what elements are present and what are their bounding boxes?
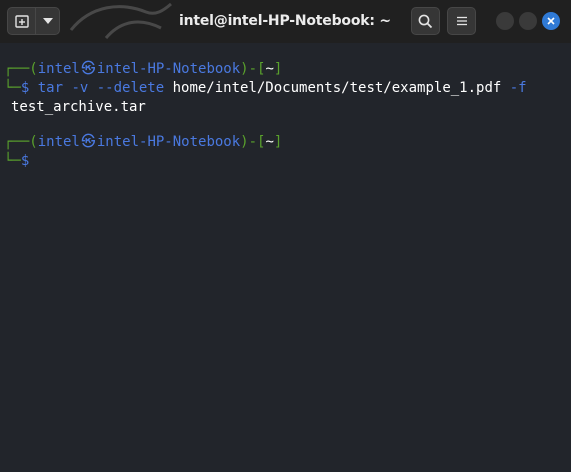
prompt-host: intel-HP-Notebook <box>96 134 241 150</box>
prompt-header-line: ┌──(intel ㉿ intel-HP-Notebook)-[~] <box>4 60 282 79</box>
command-path: home/intel/Documents/test/example_1.pdf <box>172 80 502 96</box>
prompt-header-line: ┌──(intel ㉿ intel-HP-Notebook)-[~] <box>4 133 282 152</box>
maximize-button[interactable] <box>519 12 537 30</box>
tab-dropdown-button[interactable] <box>35 7 60 35</box>
command-name: tar <box>37 80 64 96</box>
command-line: └─$ tar -v --delete home/intel/Documents… <box>4 79 527 98</box>
prompt-frame-mid: )-[ <box>240 61 266 77</box>
prompt-symbol: $ <box>20 80 38 96</box>
minimize-button[interactable] <box>496 12 514 30</box>
prompt-frame-top: ┌──( <box>4 61 38 77</box>
kali-skull-icon: ㉿ <box>81 61 96 77</box>
new-tab-icon <box>14 15 29 28</box>
prompt-user: intel <box>37 134 80 150</box>
prompt-frame-end: ] <box>273 134 283 150</box>
hamburger-menu-icon <box>456 16 467 26</box>
window-title: intel@intel-HP-Notebook: ~ <box>179 13 391 29</box>
search-button[interactable] <box>411 7 440 35</box>
active-prompt-line[interactable]: └─$ <box>4 152 29 171</box>
kali-skull-icon: ㉿ <box>81 134 96 150</box>
command-continuation: test_archive.tar <box>11 99 146 115</box>
prompt-cwd: ~ <box>265 134 274 150</box>
prompt-frame-top: ┌──( <box>4 134 38 150</box>
close-button[interactable] <box>542 12 560 30</box>
prompt-frame-bottom: └─ <box>4 153 21 169</box>
title-bar: intel@intel-HP-Notebook: ~ <box>0 0 571 43</box>
prompt-symbol: $ <box>20 153 30 169</box>
prompt-frame-bottom: └─ <box>4 80 21 96</box>
search-icon <box>418 14 433 28</box>
command-flag-f: -f <box>501 80 527 96</box>
chevron-down-icon <box>42 18 53 24</box>
menu-button[interactable] <box>447 7 476 35</box>
prompt-frame-end: ] <box>273 61 283 77</box>
new-tab-button[interactable] <box>7 7 36 35</box>
command-options: -v --delete <box>63 80 173 96</box>
close-icon <box>547 17 555 25</box>
prompt-frame-mid: )-[ <box>240 134 266 150</box>
terminal-output[interactable]: ┌──(intel ㉿ intel-HP-Notebook)-[~] └─$ tar… <box>0 43 571 472</box>
prompt-user: intel <box>37 61 80 77</box>
prompt-host: intel-HP-Notebook <box>96 61 241 77</box>
prompt-cwd: ~ <box>265 61 274 77</box>
